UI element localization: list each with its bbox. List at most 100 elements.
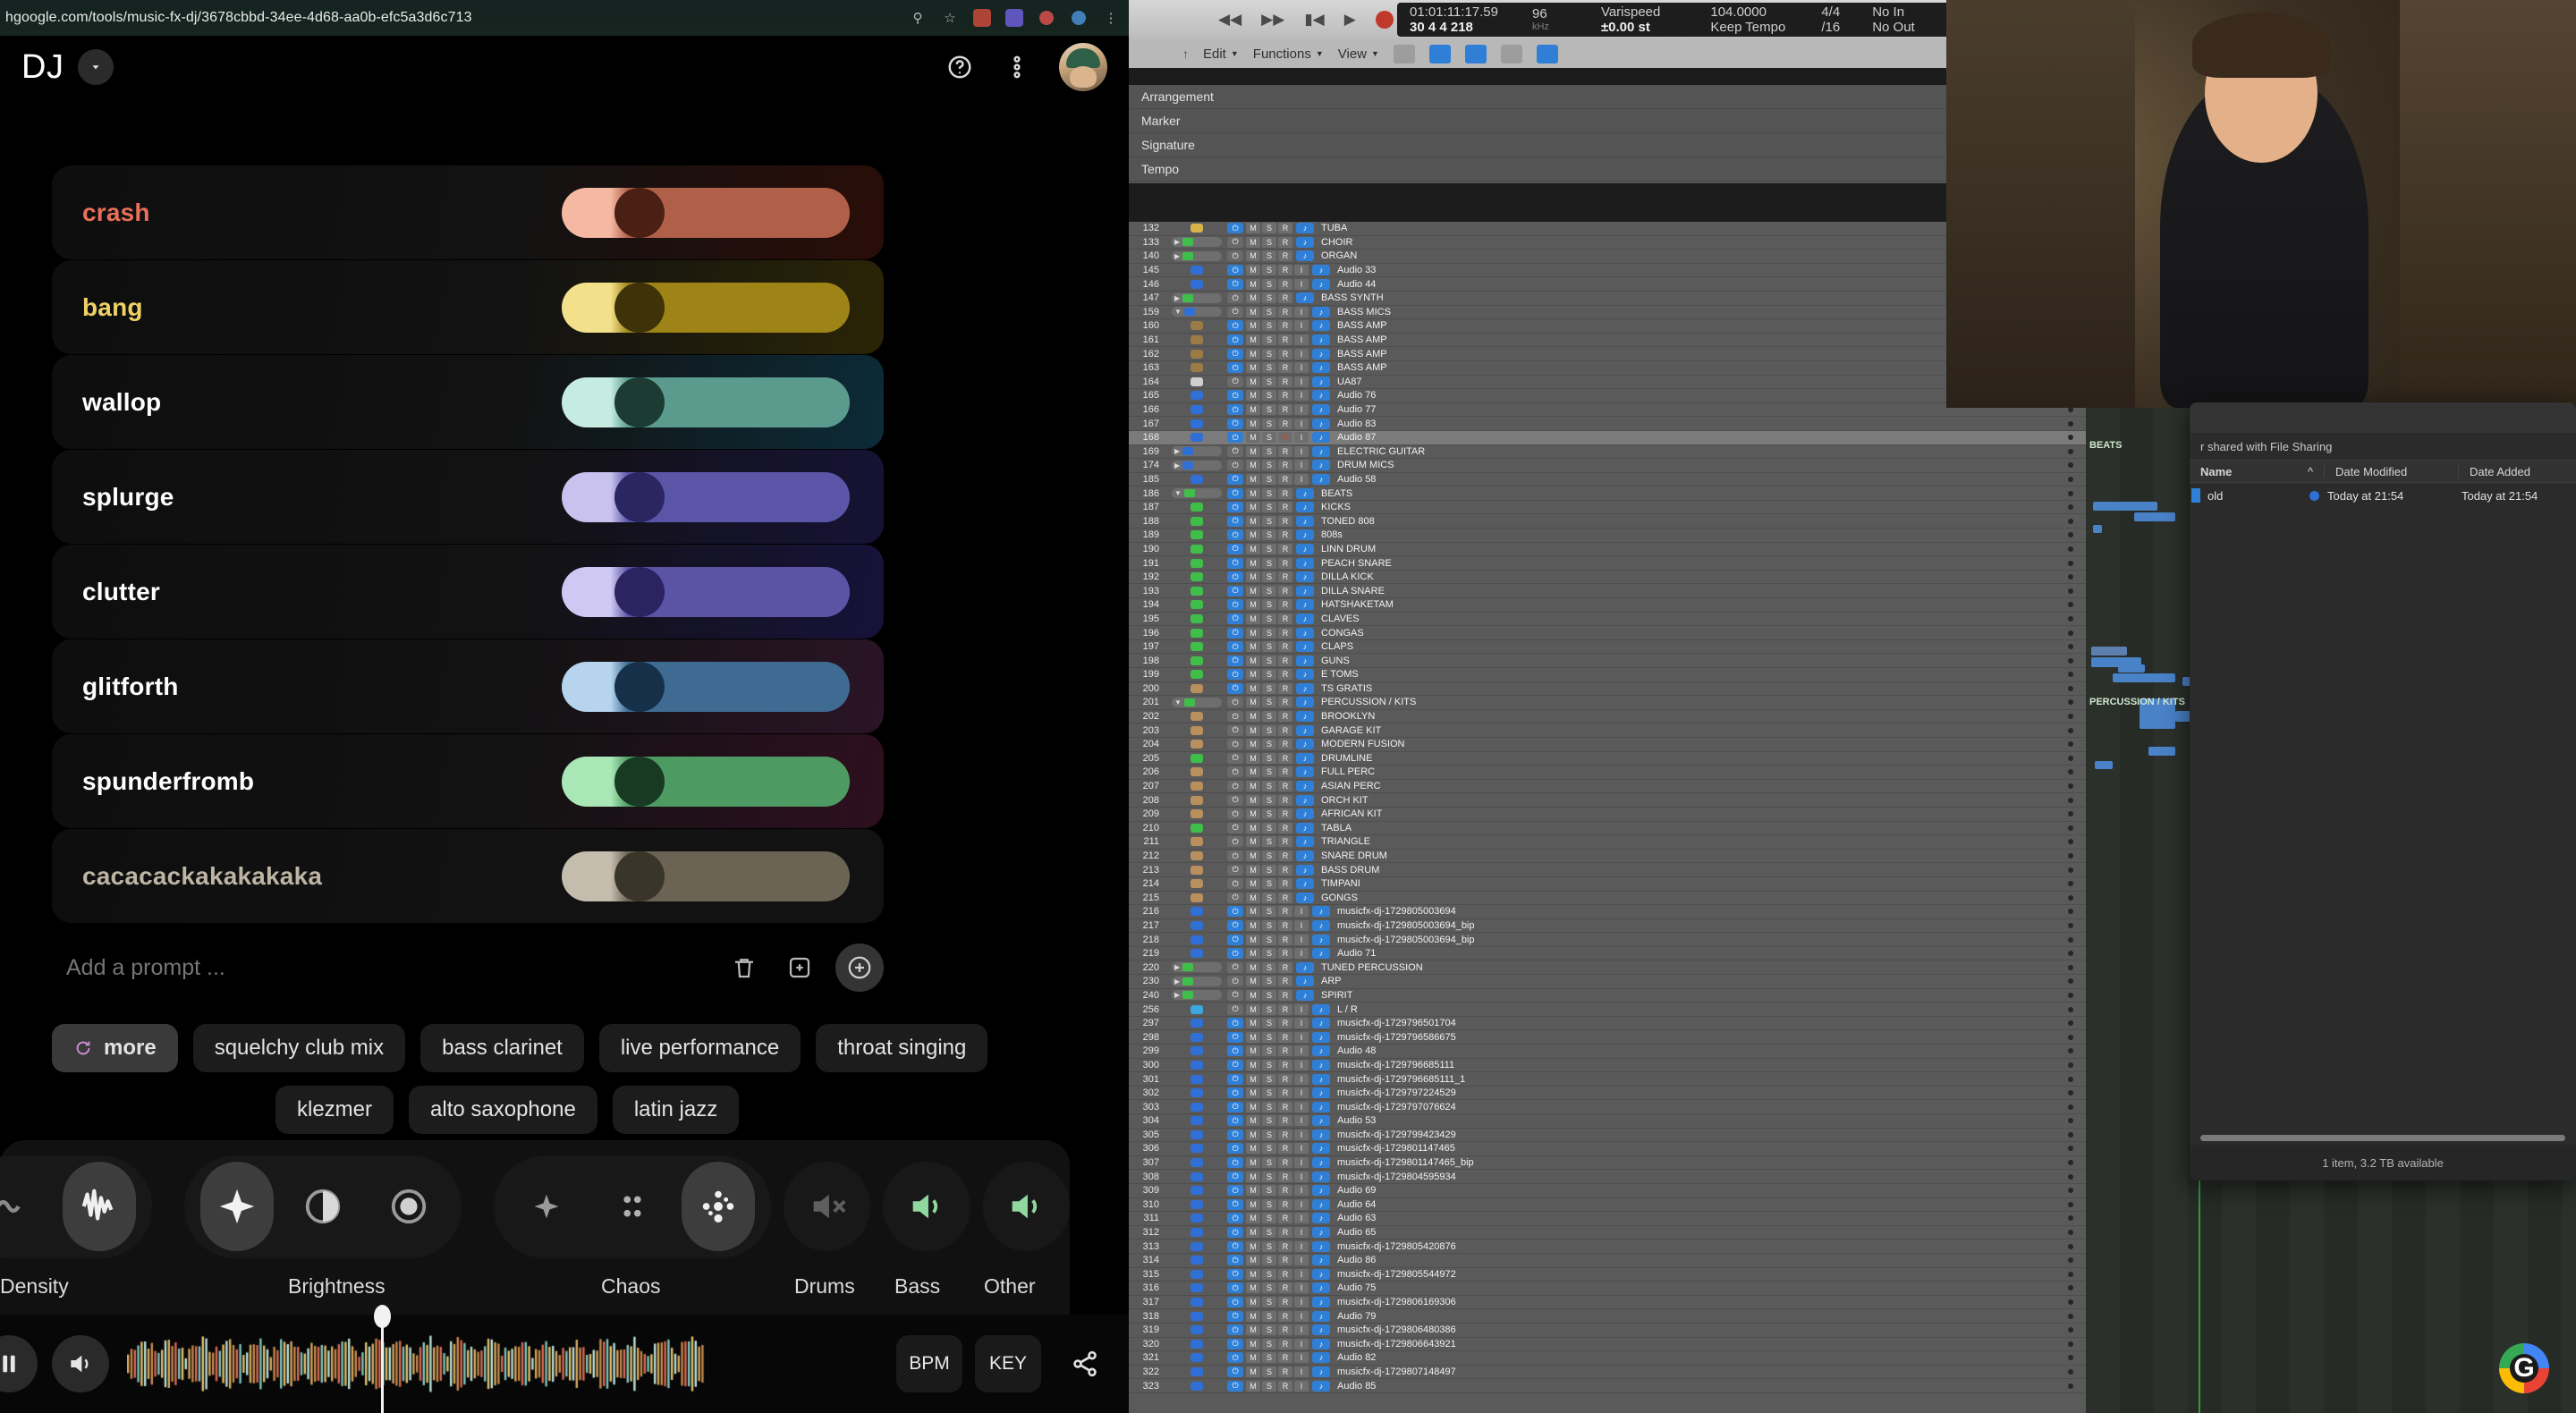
- track-r-button[interactable]: R: [1278, 1213, 1292, 1224]
- track-r-button[interactable]: R: [1278, 1227, 1292, 1239]
- track-note-icon[interactable]: ♪: [1312, 1171, 1330, 1182]
- track-row[interactable]: 209 ⏻ M S R ♪ AFRICAN KIT: [1129, 808, 2086, 822]
- play-icon[interactable]: ▶: [1344, 11, 1356, 29]
- track-r-button[interactable]: R: [1278, 404, 1292, 416]
- track-power-button[interactable]: ⏻: [1227, 878, 1243, 890]
- track-r-button[interactable]: R: [1278, 460, 1292, 471]
- track-m-button[interactable]: M: [1246, 1003, 1260, 1015]
- track-s-button[interactable]: S: [1262, 460, 1276, 471]
- slider-knob[interactable]: [614, 187, 665, 238]
- track-name[interactable]: 808s: [1321, 529, 1343, 540]
- track-r-button[interactable]: R: [1278, 1366, 1292, 1377]
- view-menu[interactable]: View ▼: [1338, 47, 1379, 62]
- track-icon[interactable]: [1166, 949, 1227, 959]
- track-power-button[interactable]: ⏻: [1227, 1213, 1243, 1224]
- column-date-added[interactable]: Date Added: [2458, 464, 2576, 478]
- slider-row[interactable]: cacacackakakakaka: [52, 829, 884, 923]
- track-s-button[interactable]: S: [1262, 682, 1276, 694]
- track-name[interactable]: musicfx-dj-1729806169306: [1337, 1297, 1456, 1307]
- slider-knob[interactable]: [614, 661, 665, 712]
- horizontal-scrollbar[interactable]: [2200, 1135, 2565, 1141]
- track-automation-dot[interactable]: [2068, 1243, 2073, 1249]
- track-i-button[interactable]: I: [1294, 1240, 1309, 1252]
- track-power-button[interactable]: ⏻: [1227, 571, 1243, 583]
- track-icon[interactable]: [1166, 1298, 1227, 1307]
- track-icon[interactable]: [1166, 1381, 1227, 1391]
- track-icon[interactable]: [1166, 349, 1227, 359]
- track-s-button[interactable]: S: [1262, 1157, 1276, 1169]
- track-automation-dot[interactable]: [2068, 1173, 2073, 1180]
- track-row[interactable]: 133 ▶ ⏻ M S R ♪ CHOIR: [1129, 236, 2086, 250]
- track-note-icon[interactable]: ♪: [1296, 781, 1314, 792]
- track-icon[interactable]: [1166, 405, 1227, 415]
- track-icon[interactable]: ▼: [1166, 307, 1227, 317]
- track-m-button[interactable]: M: [1246, 529, 1260, 541]
- track-power-button[interactable]: ⏻: [1227, 502, 1243, 513]
- track-r-button[interactable]: R: [1278, 1143, 1292, 1155]
- track-row[interactable]: 186 ▼ ⏻ M S R ♪ BEATS: [1129, 487, 2086, 501]
- track-row[interactable]: 207 ⏻ M S R ♪ ASIAN PERC: [1129, 780, 2086, 794]
- track-automation-dot[interactable]: [2068, 1090, 2073, 1096]
- track-name[interactable]: musicfx-dj-1729797224529: [1337, 1087, 1456, 1098]
- track-m-button[interactable]: M: [1246, 460, 1260, 471]
- track-automation-dot[interactable]: [2068, 1160, 2073, 1166]
- track-s-button[interactable]: S: [1262, 1352, 1276, 1364]
- track-power-button[interactable]: ⏻: [1227, 265, 1243, 276]
- track-r-button[interactable]: R: [1278, 1282, 1292, 1294]
- track-s-button[interactable]: S: [1262, 334, 1276, 346]
- track-name[interactable]: Audio 82: [1337, 1352, 1376, 1363]
- track-r-button[interactable]: R: [1278, 822, 1292, 833]
- track-row[interactable]: 303 ⏻ M S R I ♪ musicfx-dj-1729797076624: [1129, 1100, 2086, 1114]
- track-r-button[interactable]: R: [1278, 445, 1292, 457]
- track-i-button[interactable]: I: [1294, 906, 1309, 918]
- track-i-button[interactable]: I: [1294, 1059, 1309, 1070]
- track-r-button[interactable]: R: [1278, 976, 1292, 987]
- track-i-button[interactable]: I: [1294, 1073, 1309, 1085]
- track-note-icon[interactable]: ♪: [1312, 1101, 1330, 1113]
- track-row[interactable]: 198 ⏻ M S R ♪ GUNS: [1129, 654, 2086, 668]
- track-row[interactable]: 167 ⏻ M S R I ♪ Audio 83: [1129, 417, 2086, 431]
- track-name[interactable]: Audio 63: [1337, 1213, 1376, 1223]
- speaker-on-icon[interactable]: [52, 1335, 109, 1392]
- track-s-button[interactable]: S: [1262, 976, 1276, 987]
- track-note-icon[interactable]: ♪: [1312, 418, 1330, 429]
- track-power-button[interactable]: ⏻: [1227, 1003, 1243, 1015]
- track-power-button[interactable]: ⏻: [1227, 976, 1243, 987]
- track-s-button[interactable]: S: [1262, 585, 1276, 597]
- track-r-button[interactable]: R: [1278, 961, 1292, 973]
- track-i-button[interactable]: I: [1294, 265, 1309, 276]
- track-name[interactable]: musicfx-dj-1729797076624: [1337, 1102, 1456, 1113]
- track-power-button[interactable]: ⏻: [1227, 460, 1243, 471]
- track-s-button[interactable]: S: [1262, 1310, 1276, 1322]
- track-name[interactable]: ORCH KIT: [1321, 795, 1368, 806]
- track-power-button[interactable]: ⏻: [1227, 404, 1243, 416]
- track-note-icon[interactable]: ♪: [1296, 599, 1314, 611]
- track-row[interactable]: 161 ⏻ M S R I ♪ BASS AMP: [1129, 334, 2086, 348]
- track-row[interactable]: 168 ⏻ M S R I ♪ Audio 87: [1129, 430, 2086, 445]
- track-note-icon[interactable]: ♪: [1312, 1310, 1330, 1322]
- track-power-button[interactable]: ⏻: [1227, 1087, 1243, 1099]
- track-s-button[interactable]: S: [1262, 1185, 1276, 1197]
- track-r-button[interactable]: R: [1278, 1198, 1292, 1210]
- track-r-button[interactable]: R: [1278, 781, 1292, 792]
- track-automation-dot[interactable]: [2068, 741, 2073, 748]
- chip-latin-jazz[interactable]: latin jazz: [612, 1086, 740, 1134]
- track-note-icon[interactable]: ♪: [1312, 1297, 1330, 1308]
- track-note-icon[interactable]: ♪: [1312, 460, 1330, 471]
- track-power-button[interactable]: ⏻: [1227, 864, 1243, 876]
- track-icon[interactable]: [1166, 1283, 1227, 1293]
- half-circle-icon[interactable]: [286, 1162, 360, 1251]
- track-power-button[interactable]: ⏻: [1227, 850, 1243, 862]
- track-m-button[interactable]: M: [1246, 223, 1260, 234]
- track-row[interactable]: 163 ⏻ M S R I ♪ BASS AMP: [1129, 361, 2086, 376]
- track-name[interactable]: BASS AMP: [1337, 334, 1387, 345]
- track-automation-dot[interactable]: [2068, 435, 2073, 441]
- track-automation-dot[interactable]: [2068, 1355, 2073, 1361]
- track-power-button[interactable]: ⏻: [1227, 334, 1243, 346]
- track-row[interactable]: 309 ⏻ M S R I ♪ Audio 69: [1129, 1184, 2086, 1198]
- track-m-button[interactable]: M: [1246, 306, 1260, 317]
- track-i-button[interactable]: I: [1294, 1297, 1309, 1308]
- track-note-icon[interactable]: ♪: [1312, 320, 1330, 332]
- track-note-icon[interactable]: ♪: [1296, 892, 1314, 903]
- track-s-button[interactable]: S: [1262, 1366, 1276, 1377]
